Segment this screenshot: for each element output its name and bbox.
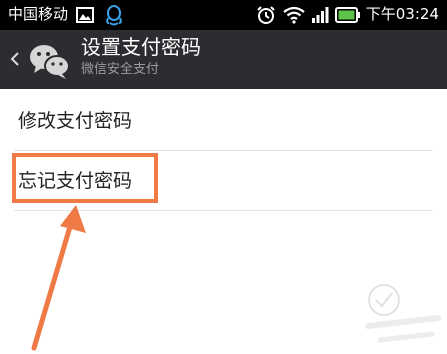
screen: 中国移动 下午03:24 设置支付密码 微信安全支付 修改支付密码 忘记支付密码 bbox=[0, 0, 447, 354]
watermark-logo-icon bbox=[365, 284, 441, 343]
